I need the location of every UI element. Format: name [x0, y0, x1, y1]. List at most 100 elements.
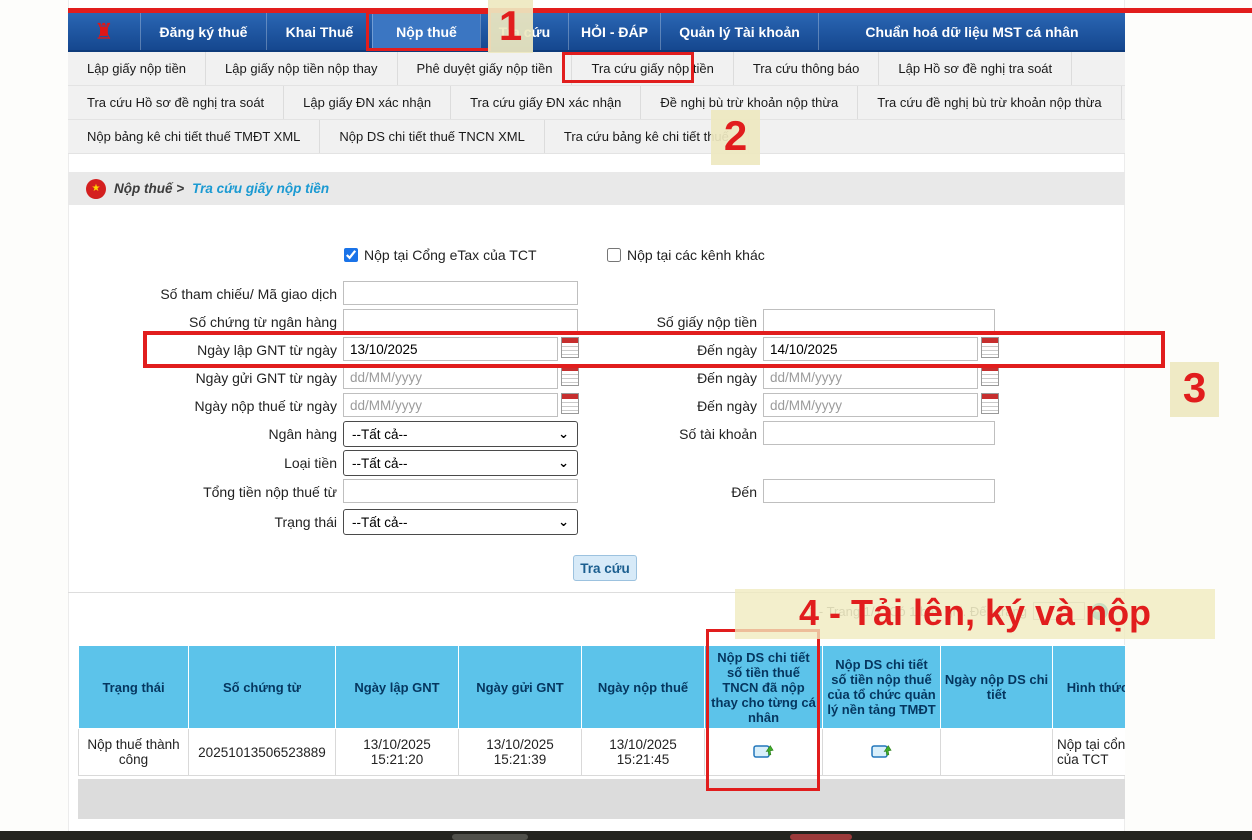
- col-so-chung-tu: Số chứng từ: [189, 646, 336, 729]
- menu-tra-cuu-thong-bao[interactable]: Tra cứu thông báo: [734, 52, 880, 85]
- calendar-icon[interactable]: [981, 393, 999, 414]
- created-to-label: Đến ngày: [580, 337, 757, 363]
- paid-to-input[interactable]: [763, 393, 978, 417]
- sent-to-input[interactable]: [763, 365, 978, 389]
- payment-slip-input[interactable]: [763, 309, 995, 333]
- calendar-icon[interactable]: [561, 393, 579, 414]
- checkbox-other-channel[interactable]: Nộp tại các kênh khác: [607, 247, 765, 263]
- bank-select-value: --Tất cả--: [352, 427, 558, 442]
- other-channel-checkbox[interactable]: [607, 248, 621, 262]
- menu-nop-ds-tncn-xml[interactable]: Nộp DS chi tiết thuế TNCN XML: [320, 120, 544, 153]
- taskbar-item[interactable]: [790, 834, 852, 840]
- status-select[interactable]: --Tất cả--⌄: [343, 509, 578, 535]
- bank-doc-label: Số chứng từ ngân hàng: [98, 309, 337, 335]
- cell-status: Nộp thuế thành công: [79, 729, 189, 776]
- nav-nop-thue[interactable]: Nộp thuế: [372, 13, 480, 50]
- etax-page: ♜ Đăng ký thuế Khai Thuế Nộp thuế Tra cứ…: [0, 0, 1252, 840]
- menu-tra-cuu-giay-dn-xac-nhan[interactable]: Tra cứu giấy ĐN xác nhận: [451, 86, 641, 119]
- cell-doc-no: 20251013506523889: [189, 729, 336, 776]
- paid-from-input[interactable]: [343, 393, 558, 417]
- ref-input[interactable]: [343, 281, 578, 305]
- cell-upload-tmdt: [823, 729, 941, 776]
- submenu: Lập giấy nộp tiền Lập giấy nộp tiền nộp …: [68, 52, 1125, 154]
- account-label: Số tài khoản: [580, 421, 757, 447]
- currency-select-value: --Tất cả--: [352, 456, 558, 471]
- calendar-icon[interactable]: [981, 337, 999, 358]
- form-row-currency: Loại tiền --Tất cả--⌄: [68, 450, 1125, 478]
- submenu-row-2: Tra cứu Hồ sơ đề nghị tra soát Lập giấy …: [68, 86, 1125, 120]
- goto-page-input[interactable]: [1033, 602, 1085, 620]
- home-icon: ♜: [94, 21, 114, 43]
- amount-from-input[interactable]: [343, 479, 578, 503]
- breadcrumb-page: Tra cứu giấy nộp tiền: [192, 181, 329, 196]
- cell-sent: 13/10/2025 15:21:39: [459, 729, 582, 776]
- form-row-ref: Số tham chiếu/ Mã giao dịch: [68, 281, 1125, 308]
- upload-icon[interactable]: [871, 742, 893, 762]
- form-row-amount: Tổng tiền nộp thuế từ Đến: [68, 479, 1125, 506]
- results-table-wrapper: Trạng thái Số chứng từ Ngày lập GNT Ngày…: [78, 645, 1125, 776]
- etax-channel-checkbox[interactable]: [344, 248, 358, 262]
- upload-icon[interactable]: [753, 742, 775, 762]
- nav-label: Quản lý Tài khoản: [679, 24, 800, 40]
- calendar-icon[interactable]: [981, 365, 999, 386]
- calendar-icon[interactable]: [561, 365, 579, 386]
- nav-label: Khai Thuế: [286, 24, 354, 40]
- chevron-down-icon: ⌄: [558, 455, 569, 471]
- form-row-bank-doc: Số chứng từ ngân hàng Số giấy nộp tiền: [68, 309, 1125, 336]
- home-button[interactable]: ♜: [68, 13, 140, 50]
- account-input[interactable]: [763, 421, 995, 445]
- bank-doc-input[interactable]: [343, 309, 578, 333]
- nav-khai-thue[interactable]: Khai Thuế: [266, 13, 372, 50]
- nav-quan-ly-tai-khoan[interactable]: Quản lý Tài khoản: [660, 13, 818, 50]
- menu-tra-cuu-ho-so-tra-soat[interactable]: Tra cứu Hồ sơ đề nghị tra soát: [68, 86, 284, 119]
- top-navbar: ♜ Đăng ký thuế Khai Thuế Nộp thuế Tra cứ…: [68, 13, 1125, 52]
- paid-to-label: Đến ngày: [580, 393, 757, 419]
- breadcrumb-section: Nộp thuế >: [114, 181, 184, 196]
- nav-chuan-hoa-mst[interactable]: Chuẩn hoá dữ liệu MST cá nhân: [818, 13, 1125, 50]
- amount-to-input[interactable]: [763, 479, 995, 503]
- menu-phe-duyet-giay-nop-tien[interactable]: Phê duyệt giấy nộp tiền: [398, 52, 573, 85]
- cell-created: 13/10/2025 15:21:20: [336, 729, 459, 776]
- col-ngay-lap-gnt: Ngày lập GNT: [336, 646, 459, 729]
- menu-lap-giay-nop-tien[interactable]: Lập giấy nộp tiền: [68, 52, 206, 85]
- col-nop-ds-tmdt: Nộp DS chi tiết số tiền nộp thuế của tổ …: [823, 646, 941, 729]
- currency-label: Loại tiền: [98, 450, 337, 476]
- menu-tra-cuu-giay-nop-tien[interactable]: Tra cứu giấy nộp tiền: [572, 52, 733, 85]
- cell-ngay-nop-ds: [941, 729, 1053, 776]
- nav-label: Đăng ký thuế: [160, 24, 248, 40]
- amount-from-label: Tổng tiền nộp thuế từ: [98, 479, 337, 505]
- bank-select[interactable]: --Tất cả--⌄: [343, 421, 578, 447]
- sent-from-label: Ngày gửi GNT từ ngày: [98, 365, 337, 391]
- nav-tra-cuu[interactable]: Tra cứu: [480, 13, 568, 50]
- table-row: Nộp thuế thành công 20251013506523889 13…: [79, 729, 1126, 776]
- menu-lap-ho-so-de-nghi-tra-soat[interactable]: Lập Hồ sơ đề nghị tra soát: [879, 52, 1072, 85]
- annotation-number-3: 3: [1170, 362, 1219, 417]
- sent-from-input[interactable]: [343, 365, 558, 389]
- checkbox-label: Nộp tại Cổng eTax của TCT: [364, 247, 537, 263]
- menu-tra-cuu-bang-ke-chi-tiet[interactable]: Tra cứu bảng kê chi tiết thuế: [545, 120, 749, 153]
- checkbox-etax-channel[interactable]: Nộp tại Cổng eTax của TCT: [344, 247, 537, 263]
- calendar-icon[interactable]: [561, 337, 579, 358]
- ref-label: Số tham chiếu/ Mã giao dịch: [98, 281, 337, 307]
- created-to-input[interactable]: [763, 337, 978, 361]
- bank-label: Ngân hàng: [98, 421, 337, 447]
- menu-de-nghi-bu-tru[interactable]: Đề nghị bù trừ khoản nộp thừa: [641, 86, 858, 119]
- nav-hoi-dap[interactable]: HỎI - ĐÁP: [568, 13, 660, 50]
- menu-lap-giay-nop-tien-nop-thay[interactable]: Lập giấy nộp tiền nộp thay: [206, 52, 398, 85]
- taskbar-item[interactable]: [452, 834, 528, 840]
- goto-page-icon[interactable]: ➜: [1091, 603, 1108, 620]
- table-header-row: Trạng thái Số chứng từ Ngày lập GNT Ngày…: [79, 646, 1126, 729]
- cell-paid: 13/10/2025 15:21:45: [582, 729, 705, 776]
- nav-dang-ky-thue[interactable]: Đăng ký thuế: [140, 13, 266, 50]
- currency-select[interactable]: --Tất cả--⌄: [343, 450, 578, 476]
- col-ngay-nop-thue: Ngày nộp thuế: [582, 646, 705, 729]
- col-ngay-gui-gnt: Ngày gửi GNT: [459, 646, 582, 729]
- menu-lap-giay-dn-xac-nhan[interactable]: Lập giấy ĐN xác nhận: [284, 86, 451, 119]
- form-row-bank: Ngân hàng --Tất cả--⌄ Số tài khoản: [68, 421, 1125, 449]
- channel-checkbox-row: Nộp tại Cổng eTax của TCT Nộp tại các kê…: [68, 247, 1125, 269]
- menu-tra-cuu-de-nghi-bu-tru[interactable]: Tra cứu đề nghị bù trừ khoản nộp thừa: [858, 86, 1121, 119]
- menu-nop-bang-ke-tmdt-xml[interactable]: Nộp bảng kê chi tiết thuế TMĐT XML: [68, 120, 320, 153]
- cell-upload-tncn: [705, 729, 823, 776]
- search-button[interactable]: Tra cứu: [573, 555, 637, 581]
- created-from-input[interactable]: [343, 337, 558, 361]
